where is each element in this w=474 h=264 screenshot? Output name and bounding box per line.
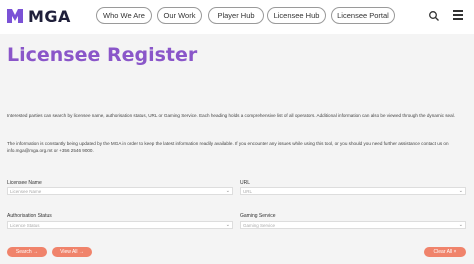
url-label: URL <box>240 180 251 186</box>
url-input[interactable]: URL ⌄ <box>240 187 466 195</box>
mga-logo-icon <box>7 9 23 23</box>
nav-who-we-are[interactable]: Who We Are <box>96 7 152 24</box>
chevron-down-icon: ⌄ <box>458 188 463 194</box>
view-all-button[interactable]: View All → <box>52 247 92 257</box>
gaming-service-select[interactable]: Gaming Service ⌄ <box>240 221 466 229</box>
licensee-name-input[interactable]: Licensee Name ⌄ <box>7 187 233 195</box>
gaming-service-placeholder: Gaming Service <box>243 223 276 228</box>
chevron-down-icon: ⌄ <box>458 222 463 228</box>
clear-all-button[interactable]: Clear All × <box>424 247 466 257</box>
nav-licensee-portal[interactable]: Licensee Portal <box>331 7 395 24</box>
logo-text: MGA <box>28 6 71 26</box>
search-icon[interactable] <box>428 10 440 22</box>
nav-licensee-hub[interactable]: Licensee Hub <box>267 7 326 24</box>
authorisation-status-label: Authorisation Status <box>7 213 52 219</box>
authorisation-status-placeholder: Licence Status <box>10 223 40 228</box>
mga-logo[interactable]: MGA <box>6 6 71 26</box>
contact-paragraph: The information is constantly being upda… <box>7 141 449 153</box>
chevron-down-icon: ⌄ <box>225 222 230 228</box>
site-header: MGA Who We Are Our Work Player Hub Licen… <box>0 0 474 32</box>
url-placeholder: URL <box>243 189 253 194</box>
licensee-name-label: Licensee Name <box>7 180 42 186</box>
chevron-down-icon: ⌄ <box>225 188 230 194</box>
page-title: Licensee Register <box>7 44 198 66</box>
intro-paragraph: Interested parties can search by license… <box>7 113 455 118</box>
nav-our-work[interactable]: Our Work <box>157 7 202 24</box>
search-button[interactable]: Search → <box>7 247 47 257</box>
nav-player-hub[interactable]: Player Hub <box>208 7 264 24</box>
hamburger-menu-icon[interactable] <box>453 10 463 20</box>
authorisation-status-select[interactable]: Licence Status ⌄ <box>7 221 233 229</box>
gaming-service-label: Gaming Service <box>240 213 276 219</box>
licensee-name-placeholder: Licensee Name <box>10 189 42 194</box>
